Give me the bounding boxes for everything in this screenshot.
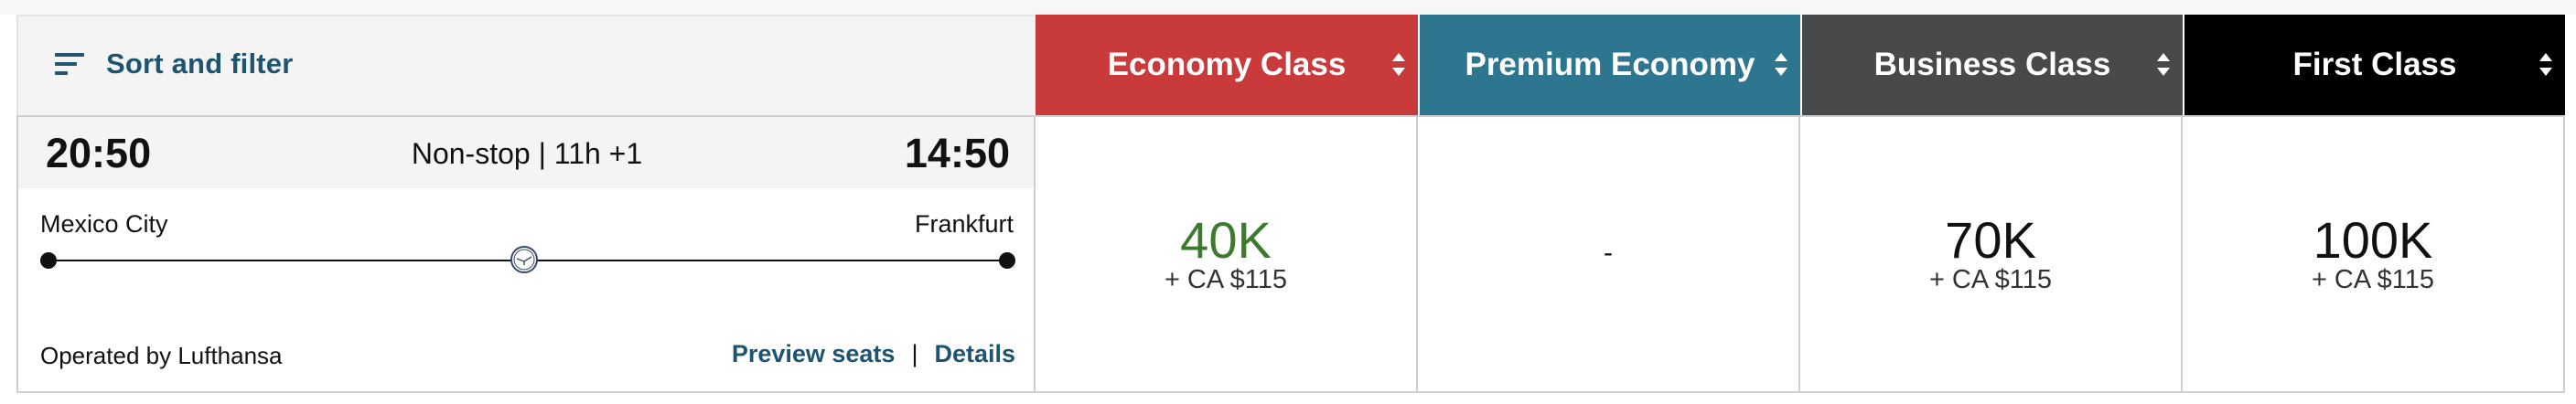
fare-cell-first[interactable]: 100K + CA $115 (2183, 115, 2565, 393)
fare-points: 100K (2313, 211, 2433, 269)
cabin-header-label: Premium Economy (1465, 47, 1755, 82)
fare-cash: + CA $115 (1928, 265, 2053, 294)
details-link[interactable]: Details (934, 340, 1015, 368)
times-bar: 20:50 Non-stop | 11h +1 14:50 (18, 117, 1036, 188)
fare-cell-business[interactable]: 70K + CA $115 (1800, 115, 2183, 393)
origin-dot (40, 252, 57, 269)
sort-and-filter-label: Sort and filter (106, 48, 294, 80)
flight-info-panel: 20:50 Non-stop | 11h +1 14:50 Mexico Cit… (16, 115, 1036, 393)
top-strip (0, 0, 2576, 15)
flight-duration: Non-stop | 11h +1 (411, 137, 643, 170)
sort-caret-icon (2539, 53, 2552, 79)
filter-lines-icon (55, 53, 84, 77)
lufthansa-logo-icon (510, 246, 538, 273)
destination-city: Frankfurt (914, 210, 1014, 238)
arrival-time: 14:50 (904, 130, 1010, 176)
cabin-header-label: Business Class (1873, 47, 2111, 82)
cabin-header-first[interactable]: First Class (2184, 15, 2565, 115)
fare-cell-economy[interactable]: 40K + CA $115 (1034, 115, 1418, 393)
fare-points: 70K (1945, 211, 2036, 269)
cabin-header-label: First Class (2292, 47, 2457, 82)
fare-cash: + CA $115 (1164, 265, 1288, 294)
cabin-header-premium-economy[interactable]: Premium Economy (1420, 15, 1800, 115)
fare-unavailable: - (1604, 238, 1613, 268)
preview-seats-link[interactable]: Preview seats (732, 340, 896, 368)
fare-points: 40K (1180, 211, 1272, 269)
cabin-header-business[interactable]: Business Class (1802, 15, 2183, 115)
sort-caret-icon (1775, 53, 1787, 79)
flight-results-row: Sort and filter 20:50 Non-stop | 11h +1 … (0, 0, 2576, 404)
destination-dot (999, 252, 1015, 269)
cabin-header-economy[interactable]: Economy Class (1036, 15, 1418, 115)
sort-and-filter-button[interactable]: Sort and filter (16, 15, 1036, 115)
sort-caret-icon (2157, 53, 2170, 79)
fare-cell-premium-economy: - (1418, 115, 1800, 393)
fare-cash: + CA $115 (2311, 265, 2435, 294)
flight-links: Preview seats | Details (732, 340, 1015, 368)
link-separator: | (911, 340, 918, 367)
sort-caret-icon (1392, 53, 1405, 79)
origin-city: Mexico City (40, 210, 168, 238)
cabin-header-label: Economy Class (1107, 47, 1347, 82)
operated-by: Operated by Lufthansa (40, 342, 283, 369)
